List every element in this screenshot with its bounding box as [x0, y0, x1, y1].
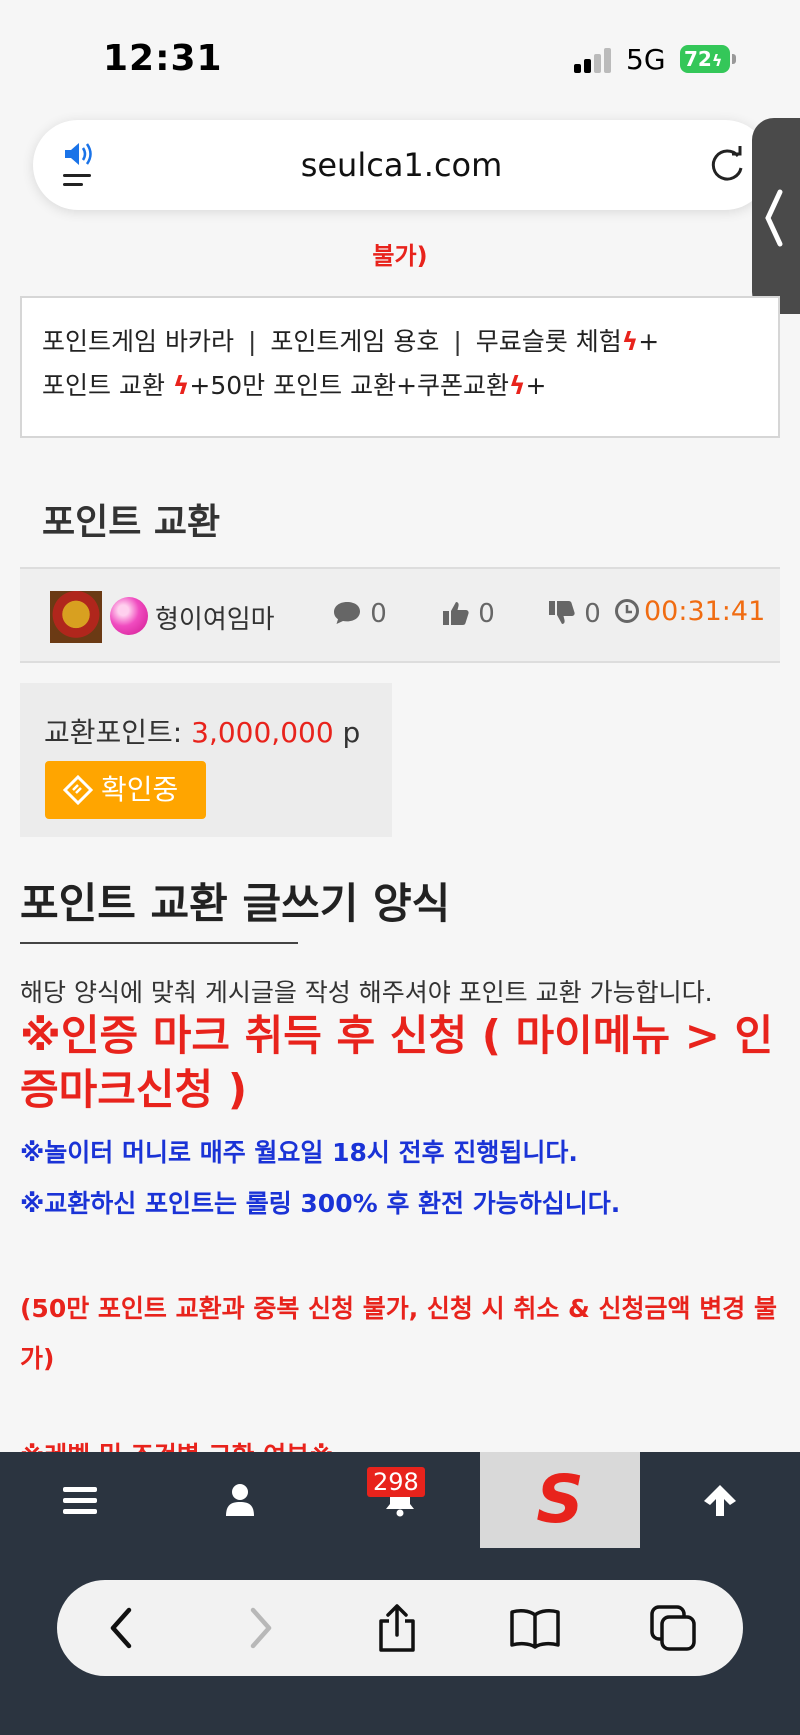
point-menu-box: 포인트게임 바카라 | 포인트게임 용호 | 무료슬롯 체험ϟ+ 포인트 교환 ϟ+50…: [20, 296, 780, 438]
bookmarks-button[interactable]: [485, 1580, 585, 1676]
like-count-value: 0: [478, 599, 495, 629]
hamburger-icon: [63, 1487, 97, 1514]
browser-toolbar-pill: [57, 1580, 743, 1676]
notification-count-badge: 298: [367, 1467, 425, 1497]
forward-button[interactable]: [211, 1580, 311, 1676]
dislike-count-value: 0: [584, 599, 601, 629]
bolt-icon: ϟ: [172, 371, 190, 400]
exchange-summary: 교환포인트: 3,000,000 p 확인중: [20, 683, 392, 837]
user-icon: [226, 1484, 254, 1516]
comment-count: 0: [332, 599, 387, 629]
bolt-icon: ϟ: [509, 371, 526, 400]
separator: |: [247, 327, 257, 356]
link-500k-exchange[interactable]: 50만 포인트 교환: [210, 371, 396, 400]
menu-button[interactable]: [0, 1452, 160, 1548]
comment-icon: [334, 602, 360, 624]
browser-toolbar: [0, 1548, 800, 1735]
reload-icon[interactable]: [708, 144, 748, 184]
certification-notice: ※인증 마크 취득 후 신청 ( 마이메뉴 > 인증마크신청 ): [20, 1011, 774, 1114]
exchange-points-label: 교환포인트:: [44, 716, 192, 749]
signal-icon: [574, 47, 614, 73]
battery-level: 72: [684, 47, 712, 71]
scroll-top-button[interactable]: [640, 1452, 800, 1548]
back-button[interactable]: [71, 1580, 171, 1676]
schedule-notice: ※놀이터 머니로 매주 월요일 18시 전후 진행됩니다.: [20, 1138, 578, 1167]
link-point-dragon-tiger[interactable]: 포인트게임 용호: [270, 327, 439, 356]
avatar[interactable]: [50, 591, 102, 643]
author-nickname[interactable]: 형이여임마: [155, 599, 275, 636]
plus-sign: +: [396, 371, 418, 400]
battery-icon: 72ϟ: [680, 45, 736, 73]
url-text[interactable]: seulca1.com: [33, 146, 770, 184]
ticket-icon: [63, 775, 93, 805]
profile-button[interactable]: [160, 1452, 320, 1548]
divider: [20, 942, 298, 944]
link-point-baccarat[interactable]: 포인트게임 바카라: [42, 327, 234, 356]
tabs-icon: [650, 1605, 696, 1651]
duplicate-notice: (50만 포인트 교환과 중복 신청 불가, 신청 시 취소 & 신청금액 변경…: [20, 1294, 777, 1373]
level-badge-icon: [110, 597, 148, 635]
book-icon: [510, 1609, 560, 1649]
status-badge[interactable]: 확인중: [45, 761, 206, 819]
network-label: 5G: [626, 43, 666, 76]
plus-sign: +: [189, 371, 211, 400]
comment-count-value: 0: [370, 599, 387, 629]
dislike-count: 0: [548, 599, 601, 629]
address-bar[interactable]: seulca1.com: [33, 120, 770, 210]
form-title: 포인트 교환 글쓰기 양식: [20, 879, 451, 928]
arrow-up-icon: [704, 1485, 736, 1516]
exchange-points-amount: 3,000,000: [191, 716, 334, 749]
exchange-points: 교환포인트: 3,000,000 p: [44, 711, 360, 751]
status-time: 12:31: [103, 38, 223, 79]
status-bar: 12:31 5G 72ϟ: [0, 0, 800, 110]
share-icon: [379, 1604, 415, 1652]
separator: |: [453, 327, 462, 356]
tabs-button[interactable]: [623, 1580, 723, 1676]
plus-sign: +: [525, 371, 547, 400]
post-meta-bar: 형이여임마 0 0 0 00:31:41: [20, 567, 780, 663]
link-point-exchange[interactable]: 포인트 교환: [42, 371, 165, 400]
thumbs-up-icon: [443, 602, 469, 625]
link-free-slot[interactable]: 무료슬롯 체험: [476, 327, 622, 356]
exchange-points-unit: p: [333, 716, 361, 749]
status-badge-label: 확인중: [101, 773, 179, 806]
thumbs-down-icon: [549, 601, 575, 624]
share-button[interactable]: [347, 1580, 447, 1676]
clock-icon: [615, 599, 639, 623]
chevron-left-icon: [110, 1607, 132, 1649]
like-count: 0: [442, 599, 495, 629]
bolt-icon: ϟ: [621, 327, 639, 356]
truncated-notice: 불가): [372, 242, 428, 270]
post-time: 00:31:41: [644, 596, 766, 627]
chevron-right-icon: [250, 1607, 272, 1649]
site-logo[interactable]: S: [480, 1452, 640, 1548]
site-bottom-nav: 298 S: [0, 1452, 800, 1548]
side-panel-handle[interactable]: [752, 118, 800, 314]
plus-sign: +: [638, 327, 660, 356]
form-description: 해당 양식에 맞춰 게시글을 작성 해주셔야 포인트 교환 가능합니다.: [20, 978, 713, 1007]
link-coupon-exchange[interactable]: 쿠폰교환: [417, 371, 509, 400]
rolling-notice: ※교환하신 포인트는 롤링 300% 후 환전 가능하십니다.: [20, 1189, 621, 1218]
site-logo-letter: S: [536, 1461, 584, 1538]
page-title: 포인트 교환: [42, 502, 221, 543]
